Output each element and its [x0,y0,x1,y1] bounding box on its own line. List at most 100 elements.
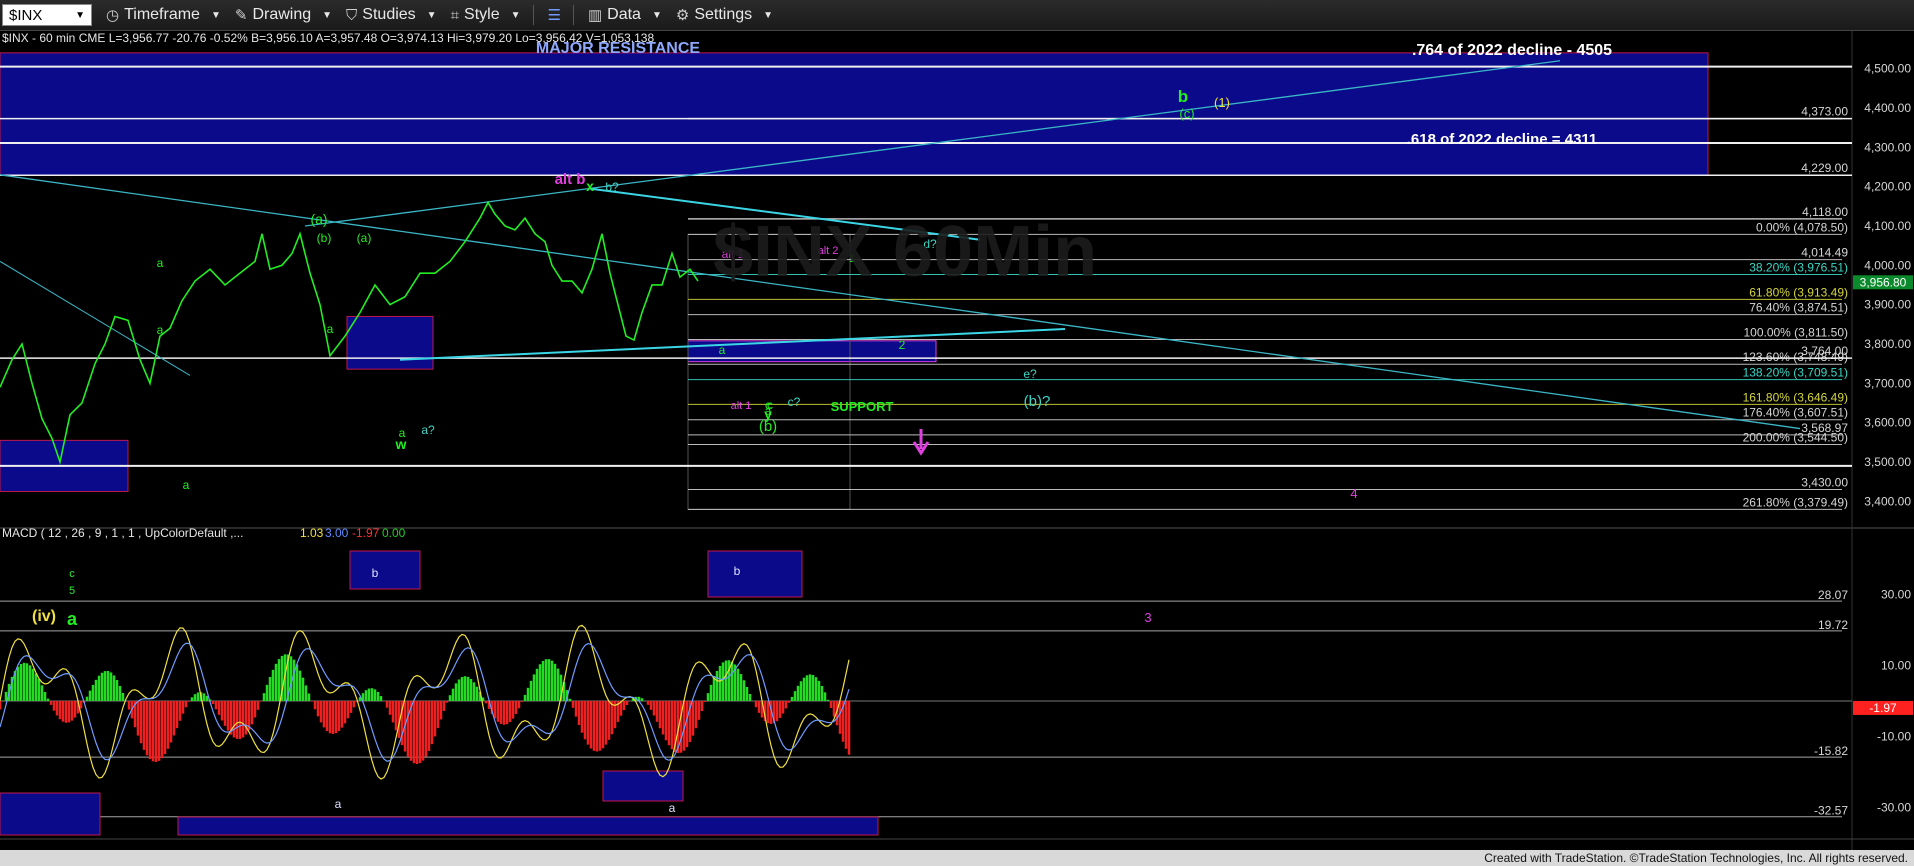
level-label: 4,014.49 [1801,246,1848,260]
down-arrow-icon [912,429,930,456]
wave-label: 3 [1144,610,1151,625]
price-tick-label: 3,400.00 [1864,494,1911,508]
toolbar: $INX ▼ ◷ Timeframe ▼ ✎ Drawing ▼ ⛉ Studi… [0,0,1914,31]
level-label: 200.00% (3,544.50) [1743,430,1848,444]
settings-label: Settings [694,6,753,23]
timeframe-label: Timeframe [124,6,200,23]
macd-tick-label: -10.00 [1877,729,1911,743]
level-label: 4,229.00 [1801,161,1848,175]
price-tick-label: 4,500.00 [1864,62,1911,76]
chart-svg[interactable]: 4,373.00 4,229.00 4,118.000.00% (4,078.50)… [0,31,1914,866]
macd-label: b [734,564,741,578]
macd-legend-value: 3.00 [325,526,349,540]
chevron-down-icon: ▼ [651,9,662,21]
chevron-down-icon: ▼ [426,9,437,21]
price-tick-label: 3,800.00 [1864,337,1911,351]
symbol-text: $INX [9,6,43,24]
price-tick-label: 3,500.00 [1864,455,1911,469]
wave-label: (b)? [1024,393,1051,410]
gear-icon: ⚙ [675,7,690,24]
price-tick-label: 4,000.00 [1864,258,1911,272]
macd-title: MACD ( 12 , 26 , 9 , 1 , 1 , UpColorDefa… [2,526,243,540]
macd-box [349,550,421,590]
macd-level-label: -15.82 [1814,744,1848,758]
macd-last-label: -1.97 [1869,701,1897,715]
symbol-input[interactable]: $INX ▼ [2,4,92,26]
macd-label: b [372,566,379,580]
price-tick-label: 4,100.00 [1864,219,1911,233]
macd-legend-value: -1.97 [352,526,380,540]
watermark: $INX 60Min [713,212,1097,292]
timeframe-menu[interactable]: ◷ Timeframe ▼ [106,6,221,24]
wave-label: a [719,343,726,357]
wave-label: 4 [1350,486,1357,501]
wave-label: SUPPORT [831,399,894,414]
level-label: 4,118.00 [1802,205,1848,219]
wave-label: b? [605,180,619,194]
wave-w-box [346,315,434,370]
price-tick-label: 3,600.00 [1864,416,1911,430]
wave-label: (iv) [32,608,56,625]
price-tick-label: 3,700.00 [1864,376,1911,390]
chevron-down-icon: ▼ [763,9,774,21]
level-label: 38.20% (3,976.51) [1749,261,1848,275]
toolbar-divider [572,5,574,25]
wave-label: (1) [1214,95,1230,110]
level-label: 4,373.00 [1801,105,1848,119]
level-label: 123.60% (3,748.49) [1743,350,1848,364]
wave-label: .764 of 2022 decline - 4505 [1412,42,1612,59]
level-label: 176.40% (3,607.51) [1743,406,1848,420]
chevron-down-icon[interactable]: ▼ [75,10,85,21]
macd-signal-line [0,642,850,762]
macd-level-label: -32.57 [1814,804,1848,818]
wave-label: c? [788,395,801,409]
wave-label: b [1178,87,1188,106]
last-price-label: 3,956.80 [1860,275,1907,289]
layout-button[interactable]: ☰ [548,6,561,24]
data-icon: ▥ [587,7,603,24]
wave-label: 2 [899,338,906,352]
macd-label: a [335,797,342,811]
settings-menu[interactable]: ⚙ Settings ▼ [676,6,773,24]
macd-tick-label: 30.00 [1881,587,1911,601]
wave-label: c [767,398,773,412]
macd-box [707,550,803,598]
footer-credit: Created with TradeStation. ©TradeStation… [0,850,1914,866]
wave-label: a [157,323,164,337]
wave-label: a? [421,423,435,437]
clock-icon: ◷ [106,7,120,24]
wave-label: e? [1023,367,1037,381]
style-icon: ⌗ [450,6,460,24]
level-label: 138.20% (3,709.51) [1743,366,1848,380]
wave-label: (c) [1179,106,1194,121]
data-label: Data [607,6,641,23]
wave-label: a [183,478,190,492]
chart-area[interactable]: 4,373.00 4,229.00 4,118.00 0.00% (4,078.50)… [0,31,1914,866]
style-menu[interactable]: ⌗ Style ▼ [451,6,521,24]
wave-label: (a) [310,211,327,227]
price-tick-label: 4,400.00 [1864,101,1911,115]
level-label: 100.00% (3,811.50) [1743,325,1848,339]
wave-label: alt b [555,171,586,188]
macd-box [177,816,879,836]
studies-menu[interactable]: ⛉ Studies ▼ [346,6,437,24]
wave-label: c [69,568,75,580]
wave-label: a [67,609,78,629]
style-label: Style [464,6,500,23]
drawing-label: Drawing [252,6,312,23]
macd-box [602,770,684,802]
wave-label: (b) [317,231,332,245]
level-label: 0.00% (4,078.50) [1756,220,1848,234]
macd-legend-value: 1.03 [300,526,324,540]
wave-label: (a) [357,231,372,245]
major-resistance-zone [0,52,1709,176]
toolbar-divider [532,5,534,25]
data-menu[interactable]: ▥ Data ▼ [588,6,662,24]
wave-label: a [399,426,406,440]
macd-tick-label: -30.00 [1877,801,1911,815]
wave-label: alt 1 [731,400,752,412]
drawing-menu[interactable]: ✎ Drawing ▼ [235,6,332,24]
macd-label: a [669,801,676,815]
pencil-icon: ✎ [234,7,248,24]
layout-icon: ☰ [547,7,561,24]
